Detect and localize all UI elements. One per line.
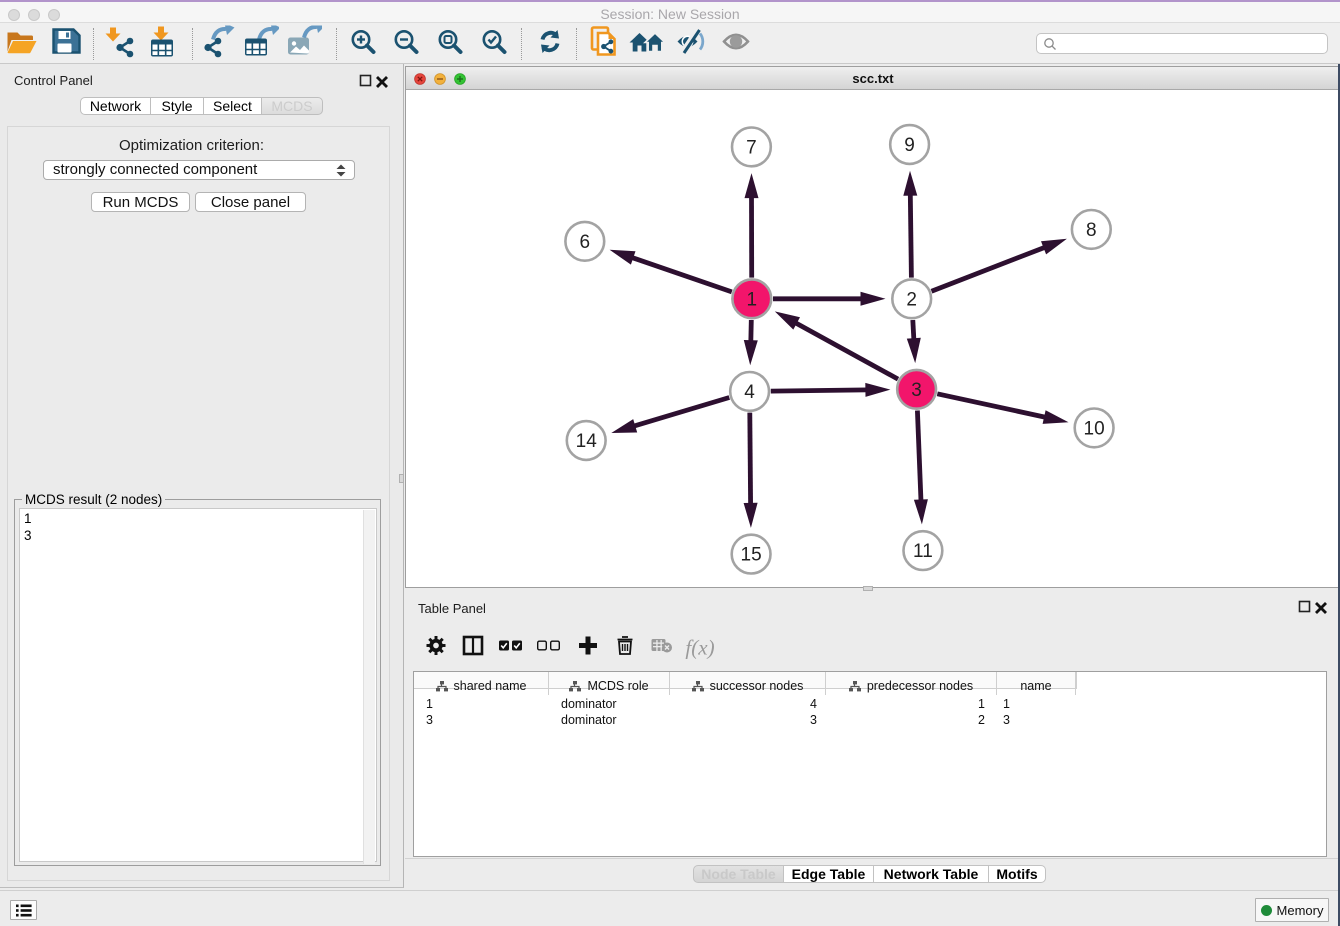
svg-text:9: 9 (904, 135, 915, 156)
svg-text:1: 1 (747, 289, 758, 310)
svg-text:15: 15 (741, 545, 762, 566)
svg-text:2: 2 (906, 289, 917, 310)
svg-text:8: 8 (1086, 220, 1097, 241)
svg-text:10: 10 (1084, 418, 1105, 439)
svg-text:4: 4 (744, 382, 755, 403)
svg-text:14: 14 (576, 431, 598, 452)
svg-text:6: 6 (580, 232, 591, 253)
svg-text:7: 7 (746, 137, 757, 158)
svg-text:3: 3 (911, 380, 922, 401)
svg-text:11: 11 (913, 541, 933, 562)
